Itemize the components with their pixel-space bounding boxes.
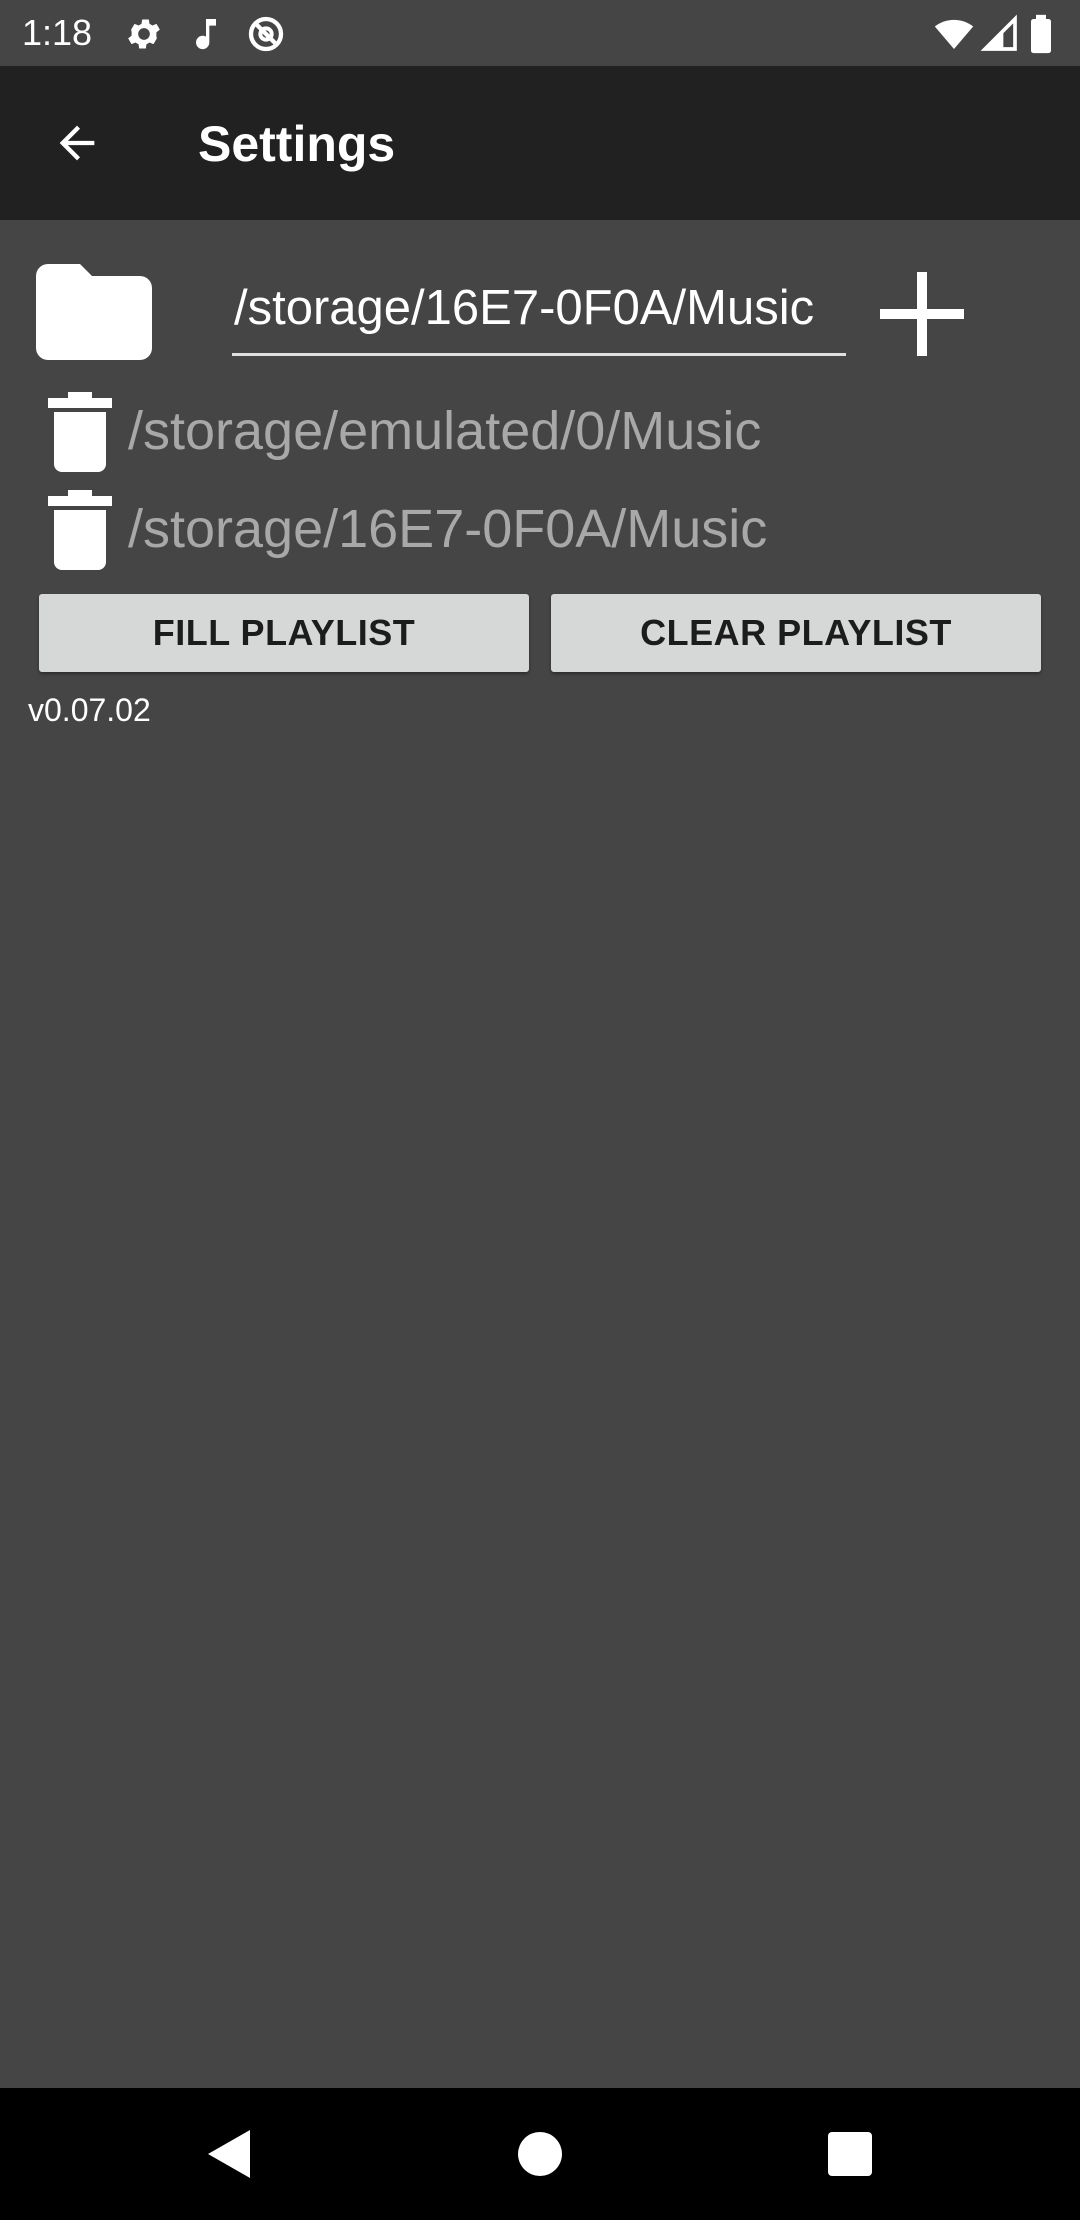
- folder-icon: [36, 264, 152, 360]
- add-folder-button[interactable]: [878, 270, 966, 358]
- page-title: Settings: [198, 116, 396, 172]
- folder-path: /storage/emulated/0/Music: [128, 401, 762, 461]
- wifi-icon: [934, 14, 974, 54]
- app-bar: Settings: [0, 66, 1080, 220]
- navigation-bar: [0, 2088, 1080, 2220]
- nav-home-button[interactable]: [512, 2126, 568, 2182]
- status-bar: 1:18: [0, 0, 1080, 66]
- fill-playlist-button[interactable]: FILL PLAYLIST: [39, 594, 529, 672]
- status-time: 1:18: [22, 12, 93, 53]
- plus-icon: [880, 272, 964, 356]
- gear-icon: [124, 14, 164, 54]
- clear-playlist-button[interactable]: CLEAR PLAYLIST: [551, 594, 1041, 672]
- square-recents-icon: [828, 2132, 872, 2176]
- no-signal-icon: [246, 14, 286, 54]
- nav-back-button[interactable]: [202, 2126, 258, 2182]
- folder-path-input[interactable]: [232, 272, 846, 356]
- triangle-back-icon: [208, 2130, 250, 2178]
- folder-list-item: /storage/16E7-0F0A/Music: [40, 490, 1040, 570]
- back-button[interactable]: [40, 106, 114, 180]
- folder-browse-button[interactable]: [36, 264, 152, 360]
- music-note-icon: [186, 14, 226, 54]
- cell-signal-icon: [980, 14, 1020, 54]
- trash-icon[interactable]: [46, 490, 114, 570]
- folder-list-item: /storage/emulated/0/Music: [40, 392, 1040, 472]
- folder-path: /storage/16E7-0F0A/Music: [128, 499, 768, 559]
- battery-icon: [1026, 14, 1056, 54]
- nav-recents-button[interactable]: [822, 2126, 878, 2182]
- arrow-left-icon: [59, 125, 95, 161]
- version-label: v0.07.02: [28, 692, 151, 728]
- circle-home-icon: [518, 2132, 562, 2176]
- trash-icon[interactable]: [46, 392, 114, 472]
